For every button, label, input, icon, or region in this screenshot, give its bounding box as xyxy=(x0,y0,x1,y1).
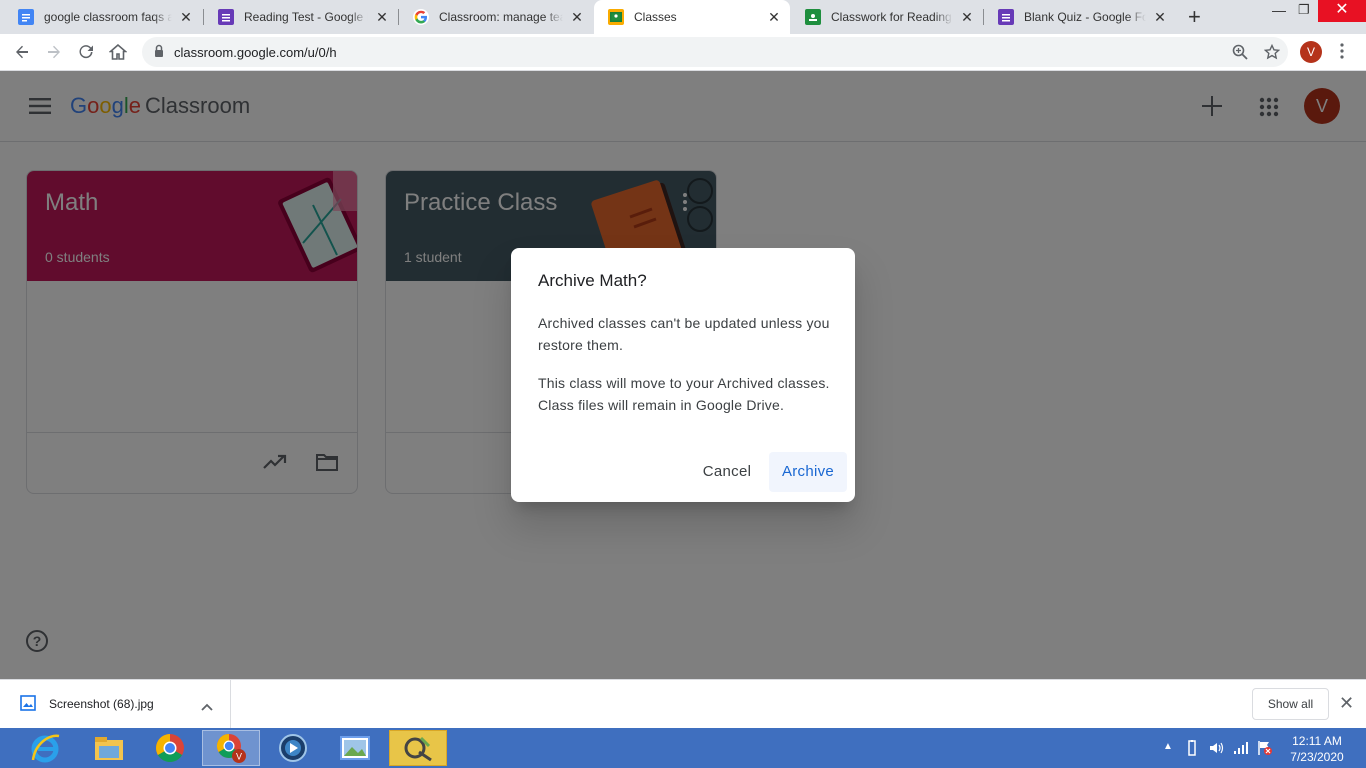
clock-date: 7/23/2020 xyxy=(1290,750,1344,764)
url-text: classroom.google.com/u/0/h xyxy=(174,45,337,60)
back-icon[interactable] xyxy=(10,40,34,64)
system-clock[interactable]: 12:11 AM 7/23/2020 xyxy=(1282,733,1352,765)
bookmark-star-icon[interactable] xyxy=(1263,43,1281,65)
classroom-page: GoogleClassroom V Math 0 students xyxy=(0,71,1366,679)
close-icon[interactable]: ✕ xyxy=(569,9,585,25)
browser-tab-strip: google classroom faqs a ✕ Reading Test -… xyxy=(0,0,1366,34)
windows-taskbar: V ▲ 12:11 AM 7/23/2020 xyxy=(0,728,1366,768)
download-item[interactable]: Screenshot (68).jpg xyxy=(0,680,231,728)
browser-tab[interactable]: google classroom faqs a ✕ xyxy=(4,0,202,34)
home-icon[interactable] xyxy=(106,40,130,64)
archive-class-dialog: Archive Math? Archived classes can't be … xyxy=(511,248,855,502)
minimize-icon[interactable]: — xyxy=(1272,2,1286,18)
image-file-icon xyxy=(20,695,36,716)
browser-menu-icon[interactable] xyxy=(1340,43,1344,64)
browser-tab[interactable]: Blank Quiz - Google For ✕ xyxy=(984,0,1176,34)
new-tab-icon[interactable]: + xyxy=(1188,6,1201,28)
profile-avatar[interactable]: V xyxy=(1300,41,1322,63)
download-file-name: Screenshot (68).jpg xyxy=(49,697,154,711)
forward-icon[interactable] xyxy=(42,40,66,64)
close-icon[interactable]: ✕ xyxy=(766,9,782,25)
snipping-tool-icon[interactable] xyxy=(389,730,447,766)
classroom-icon xyxy=(608,9,624,25)
show-all-button[interactable]: Show all xyxy=(1252,688,1329,720)
tab-label: google classroom faqs a xyxy=(44,10,172,24)
action-center-flag-icon[interactable] xyxy=(1257,740,1273,761)
tab-label: Classroom: manage teac xyxy=(439,10,563,24)
dialog-body-text: Archived classes can't be updated unless… xyxy=(538,315,830,353)
svg-text:V: V xyxy=(236,752,242,762)
google-forms-icon xyxy=(218,9,234,25)
volume-icon[interactable] xyxy=(1209,740,1225,761)
chrome-icon[interactable] xyxy=(141,730,199,766)
restore-icon[interactable]: ❐ xyxy=(1298,2,1310,18)
google-forms-icon xyxy=(998,9,1014,25)
close-icon[interactable]: ✕ xyxy=(1339,693,1354,714)
browser-tab[interactable]: Classwork for Reading 1 ✕ xyxy=(791,0,983,34)
media-player-icon[interactable] xyxy=(264,730,322,766)
reload-icon[interactable] xyxy=(74,40,98,64)
close-icon[interactable]: ✕ xyxy=(1152,9,1168,25)
window-close-icon[interactable]: ✕ xyxy=(1318,0,1366,22)
cancel-button[interactable]: Cancel xyxy=(694,452,760,492)
clock-time: 12:11 AM xyxy=(1292,734,1342,748)
close-icon[interactable]: ✕ xyxy=(959,9,975,25)
archive-button[interactable]: Archive xyxy=(769,452,847,492)
download-bar: Screenshot (68).jpg Show all ✕ xyxy=(0,679,1366,728)
close-icon[interactable]: ✕ xyxy=(374,9,390,25)
close-icon[interactable]: ✕ xyxy=(178,9,194,25)
chrome-profile-icon[interactable]: V xyxy=(202,730,260,766)
browser-tab[interactable]: Reading Test - Google Fo ✕ xyxy=(204,0,398,34)
classroom-green-icon xyxy=(805,9,821,25)
tab-label: Blank Quiz - Google For xyxy=(1024,10,1146,24)
dialog-body-text: This class will move to your Archived cl… xyxy=(538,375,830,413)
address-bar[interactable]: classroom.google.com/u/0/h xyxy=(142,37,1288,67)
tab-label: Classes xyxy=(634,10,677,24)
show-hidden-icons-icon[interactable]: ▲ xyxy=(1163,741,1173,752)
chevron-up-icon[interactable] xyxy=(201,698,213,716)
power-icon[interactable] xyxy=(1184,740,1200,761)
file-explorer-icon[interactable] xyxy=(80,730,138,766)
photo-viewer-icon[interactable] xyxy=(326,730,384,766)
browser-tab-active[interactable]: Classes ✕ xyxy=(594,0,790,34)
network-signal-icon[interactable] xyxy=(1233,740,1249,761)
internet-explorer-icon[interactable] xyxy=(16,730,74,766)
tab-label: Classwork for Reading 1 xyxy=(831,10,953,24)
google-g-icon xyxy=(413,9,429,25)
dialog-title: Archive Math? xyxy=(538,271,647,290)
lock-icon[interactable] xyxy=(154,44,164,63)
tab-label: Reading Test - Google Fo xyxy=(244,10,368,24)
browser-tab[interactable]: Classroom: manage teac ✕ xyxy=(399,0,593,34)
browser-toolbar: classroom.google.com/u/0/h V xyxy=(0,34,1366,71)
zoom-icon[interactable] xyxy=(1232,44,1248,65)
google-docs-icon xyxy=(18,9,34,25)
